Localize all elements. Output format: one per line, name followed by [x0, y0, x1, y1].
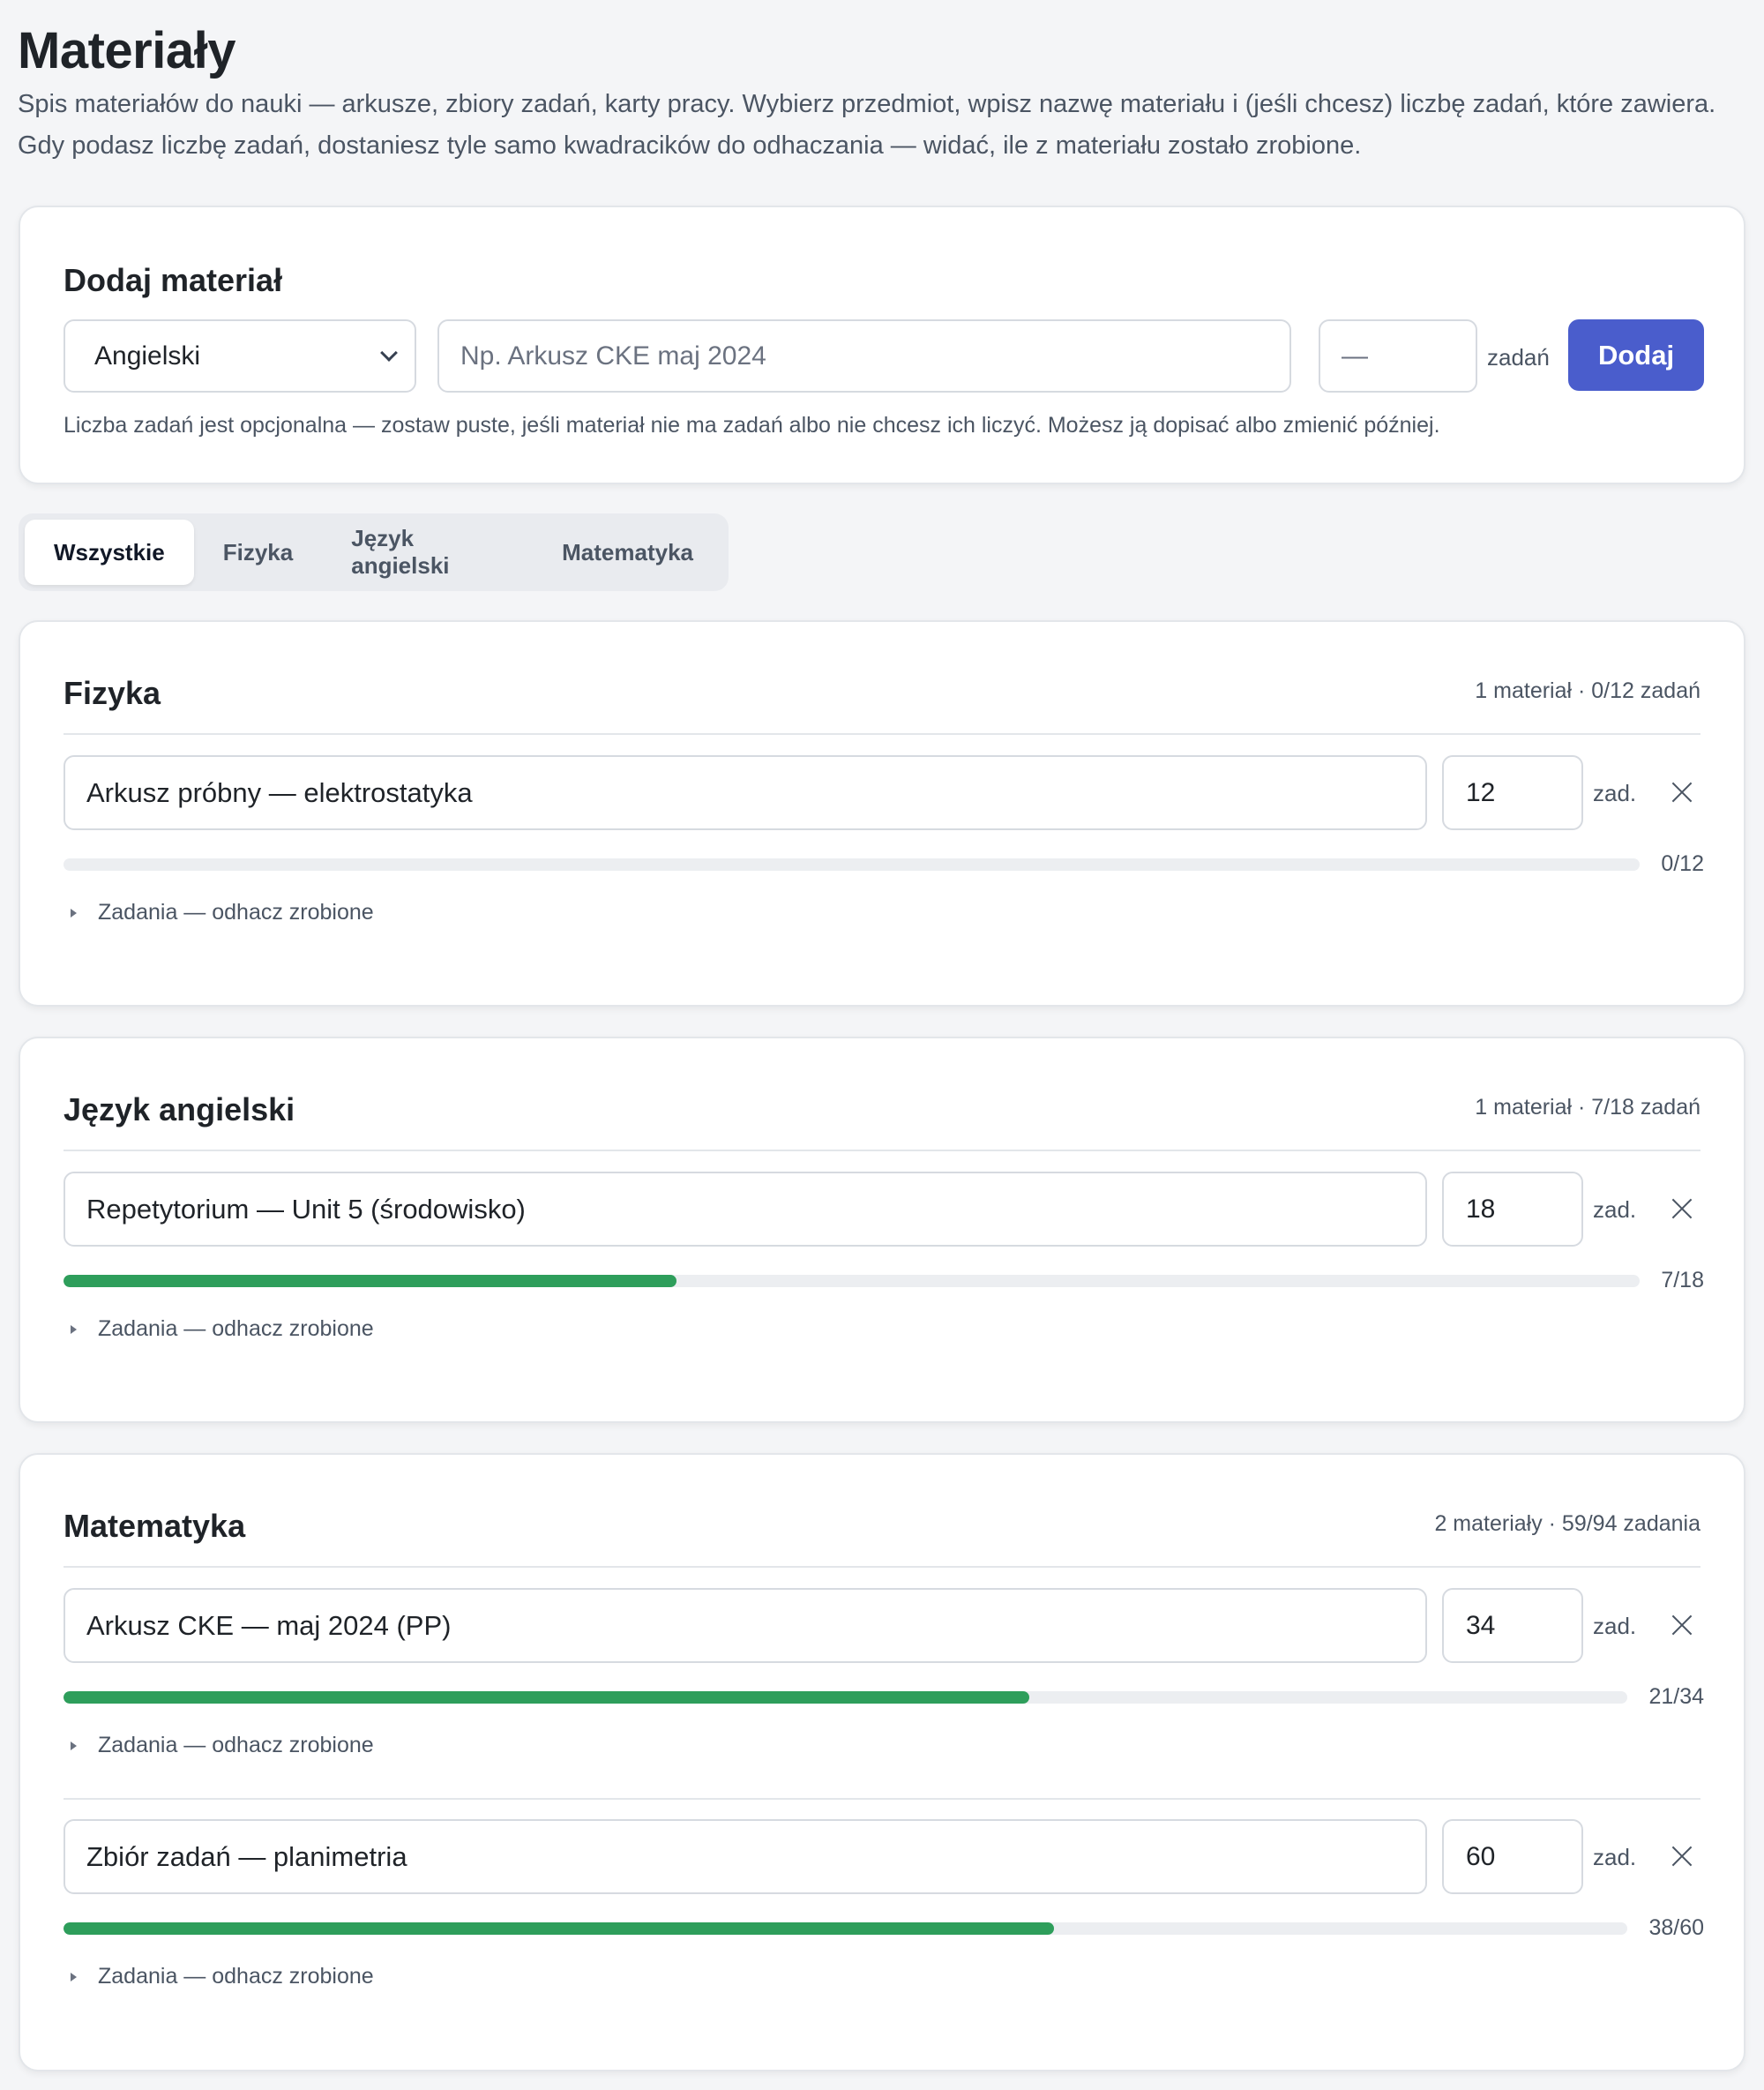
- intro-text-line2: Gdy podasz liczbę zadań, dostaniesz tyle…: [18, 131, 1362, 160]
- tasks-toggle[interactable]: Zadania — odhacz zrobione: [71, 900, 374, 925]
- material-count-field[interactable]: 60: [1442, 1819, 1583, 1894]
- material-count-field[interactable]: 12: [1442, 755, 1583, 830]
- page-title: Materiały: [18, 22, 235, 79]
- progress-label: 7/18: [1661, 1268, 1704, 1292]
- close-icon[interactable]: [1667, 777, 1697, 807]
- tab-fizyka[interactable]: Fizyka: [194, 520, 323, 585]
- material-name-field[interactable]: Arkusz CKE — maj 2024 (PP): [64, 1588, 1427, 1663]
- progress-bar: [64, 1275, 1640, 1287]
- material-count-unit: zad.: [1593, 780, 1637, 806]
- subject-card-matematyka: Matematyka 2 materiały · 59/94 zadania A…: [19, 1453, 1745, 2071]
- material-count-unit: zad.: [1593, 1196, 1637, 1223]
- divider: [64, 733, 1700, 735]
- add-material-title: Dodaj materiał: [64, 262, 283, 298]
- intro-text-line1: Spis materiałów do nauki — arkusze, zbio…: [18, 90, 1716, 118]
- task-count-unit: zadań: [1487, 344, 1550, 371]
- caret-right-icon: [71, 1324, 77, 1334]
- subject-tabs: Wszystkie Fizyka Język angielski Matemat…: [19, 513, 729, 591]
- subject-card-fizyka: Fizyka 1 materiał · 0/12 zadań Arkusz pr…: [19, 620, 1745, 1007]
- caret-right-icon: [71, 1972, 77, 1981]
- material-count-field[interactable]: 34: [1442, 1588, 1583, 1663]
- tasks-toggle-label: Zadania — odhacz zrobione: [98, 1316, 374, 1341]
- tab-jezyk-angielski[interactable]: Język angielski: [322, 520, 533, 585]
- caret-right-icon: [71, 1741, 77, 1750]
- progress-label: 21/34: [1648, 1684, 1704, 1709]
- caret-right-icon: [71, 908, 77, 918]
- progress-fill: [64, 1691, 1030, 1704]
- progress-label: 0/12: [1661, 851, 1704, 876]
- progress-fill: [64, 1275, 676, 1287]
- subject-card-jezyk-angielski: Język angielski 1 materiał · 7/18 zadań …: [19, 1037, 1745, 1423]
- add-button[interactable]: Dodaj: [1568, 319, 1704, 391]
- tab-wszystkie[interactable]: Wszystkie: [25, 520, 194, 585]
- tasks-toggle-label: Zadania — odhacz zrobione: [98, 1964, 374, 1989]
- material-count-unit: zad.: [1593, 1844, 1637, 1870]
- tasks-toggle[interactable]: Zadania — odhacz zrobione: [71, 1733, 374, 1758]
- tab-matematyka[interactable]: Matematyka: [533, 520, 722, 585]
- tasks-toggle-label: Zadania — odhacz zrobione: [98, 1733, 374, 1757]
- task-count-input[interactable]: —: [1319, 319, 1477, 393]
- progress-fill: [64, 1922, 1054, 1935]
- divider: [64, 1798, 1700, 1800]
- material-name-field[interactable]: Zbiór zadań — planimetria: [64, 1819, 1427, 1894]
- material-name-input[interactable]: Np. Arkusz CKE maj 2024: [437, 319, 1291, 393]
- divider: [64, 1566, 1700, 1568]
- close-icon[interactable]: [1667, 1194, 1697, 1224]
- material-name-field[interactable]: Arkusz próbny — elektrostatyka: [64, 755, 1427, 830]
- chevron-down-icon: [380, 344, 398, 362]
- material-count-field[interactable]: 18: [1442, 1172, 1583, 1247]
- progress-bar: [64, 1691, 1627, 1704]
- subject-title: Matematyka: [64, 1508, 246, 1544]
- subject-summary: 2 materiały · 59/94 zadania: [1434, 1511, 1700, 1536]
- task-count-placeholder: —: [1342, 341, 1368, 371]
- progress-label: 38/60: [1648, 1915, 1704, 1940]
- subject-title: Język angielski: [64, 1091, 295, 1127]
- tasks-toggle[interactable]: Zadania — odhacz zrobione: [71, 1964, 374, 1989]
- tasks-toggle[interactable]: Zadania — odhacz zrobione: [71, 1316, 374, 1342]
- close-icon[interactable]: [1667, 1841, 1697, 1871]
- progress-bar: [64, 1922, 1627, 1935]
- material-name-placeholder: Np. Arkusz CKE maj 2024: [460, 341, 766, 371]
- add-hint: Liczba zadań jest opcjonalna — zostaw pu…: [64, 413, 1440, 438]
- subject-title: Fizyka: [64, 675, 161, 711]
- subject-summary: 1 materiał · 7/18 zadań: [1475, 1095, 1700, 1120]
- divider: [64, 1150, 1700, 1151]
- subject-summary: 1 materiał · 0/12 zadań: [1475, 678, 1700, 703]
- progress-bar: [64, 858, 1640, 871]
- subject-select[interactable]: Angielski: [64, 319, 416, 393]
- add-material-card: Dodaj materiał Angielski Np. Arkusz CKE …: [19, 206, 1745, 484]
- material-name-field[interactable]: Repetytorium — Unit 5 (środowisko): [64, 1172, 1427, 1247]
- subject-select-value: Angielski: [94, 341, 201, 371]
- material-count-unit: zad.: [1593, 1613, 1637, 1639]
- close-icon[interactable]: [1667, 1610, 1697, 1640]
- tasks-toggle-label: Zadania — odhacz zrobione: [98, 900, 374, 925]
